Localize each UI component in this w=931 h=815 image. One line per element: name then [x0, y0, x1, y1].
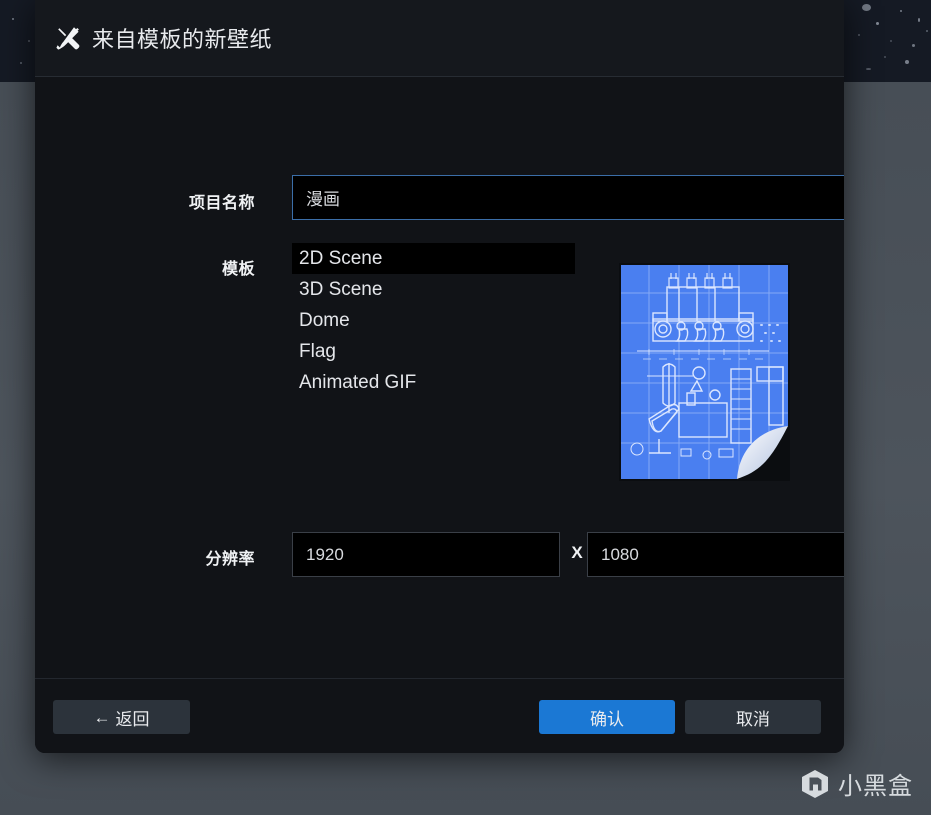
hexagon-logo-icon — [802, 769, 828, 798]
dialog-titlebar: 来自模板的新壁纸 — [35, 0, 844, 77]
resolution-label: 分辨率 — [205, 551, 255, 568]
template-option-flag[interactable]: Flag — [292, 336, 575, 367]
template-listbox[interactable]: 2D Scene 3D Scene Dome Flag Animated GIF — [292, 243, 575, 398]
app-background: 来自模板的新壁纸 项目名称 模板 2D Scene 3D Scene Dome … — [0, 0, 931, 815]
blueprint-page-curl-icon — [619, 263, 790, 481]
dialog-footer: ← 返回 确认 取消 — [35, 678, 844, 753]
confirm-button[interactable]: 确认 — [539, 700, 675, 734]
resolution-separator: X — [571, 543, 583, 562]
template-option-3d-scene[interactable]: 3D Scene — [292, 274, 575, 305]
template-option-dome[interactable]: Dome — [292, 305, 575, 336]
new-wallpaper-dialog: 来自模板的新壁纸 项目名称 模板 2D Scene 3D Scene Dome … — [35, 0, 844, 753]
template-preview-thumbnail — [619, 263, 790, 481]
cancel-button[interactable]: 取消 — [685, 700, 821, 734]
dialog-title: 来自模板的新壁纸 — [92, 27, 273, 52]
watermark-text: 小黑盒 — [838, 773, 913, 800]
back-button-label: 返回 — [115, 709, 150, 729]
template-label: 模板 — [221, 261, 255, 278]
project-name-input[interactable] — [292, 175, 844, 220]
project-name-label: 项目名称 — [188, 195, 255, 212]
crossed-tools-icon — [56, 27, 80, 50]
dialog-body: 项目名称 模板 2D Scene 3D Scene Dome Flag Anim… — [35, 77, 844, 678]
watermark: 小黑盒 — [800, 766, 913, 801]
confirm-button-label: 确认 — [590, 709, 624, 729]
resolution-height-input[interactable] — [587, 532, 844, 577]
arrow-left-icon: ← — [93, 707, 111, 727]
back-button[interactable]: ← 返回 — [53, 700, 190, 734]
template-option-animated-gif[interactable]: Animated GIF — [292, 367, 575, 398]
cancel-button-label: 取消 — [736, 709, 770, 729]
template-option-2d-scene[interactable]: 2D Scene — [292, 243, 575, 274]
resolution-width-input[interactable] — [292, 532, 560, 577]
